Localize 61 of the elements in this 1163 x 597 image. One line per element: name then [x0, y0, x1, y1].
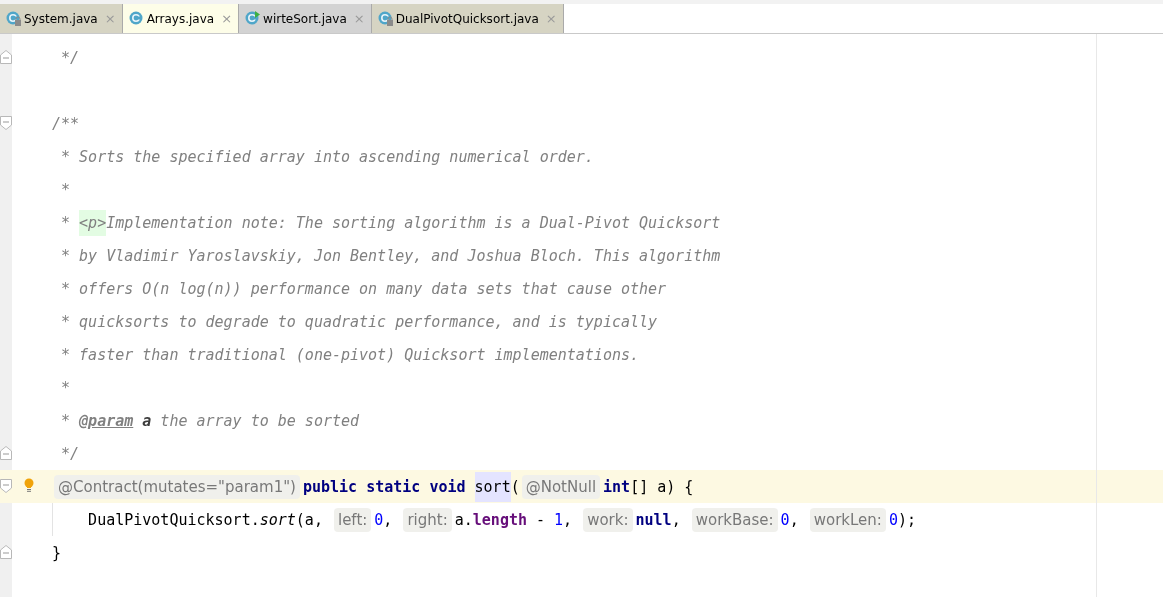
code-text: ,	[789, 510, 800, 529]
code-text: ,	[563, 510, 574, 529]
fold-icon[interactable]	[0, 116, 12, 130]
fold-icon[interactable]	[0, 479, 12, 493]
code-number: 0	[888, 510, 898, 529]
code-text: [] a) {	[630, 477, 694, 496]
param-name: a	[141, 411, 152, 430]
fold-icon[interactable]	[0, 545, 12, 559]
parameter-hint[interactable]: @Contract(mutates="param1")	[54, 474, 300, 499]
code-comment: */	[60, 444, 80, 463]
code-text: }	[52, 543, 62, 562]
parameter-hint[interactable]: right:	[403, 507, 452, 532]
parameter-hint[interactable]: left:	[333, 507, 372, 532]
close-icon[interactable]: ×	[221, 11, 233, 26]
fold-icon[interactable]	[0, 446, 12, 460]
parameter-hint[interactable]: @NotNull	[521, 474, 601, 499]
code-text: (a,	[295, 510, 324, 529]
java-class-icon	[377, 11, 393, 26]
code-comment: Implementation note: The sorting algorithm is a Dual-Pivot Quicksort	[106, 213, 721, 232]
code-comment: *	[60, 411, 72, 430]
code-comment: * faster than traditional (one-pivot) Quicksort implementations.	[60, 345, 639, 364]
code-text: -	[535, 510, 547, 529]
editor-tab[interactable]: DualPivotQuicksort.java ×	[371, 4, 564, 33]
code-comment: * offers O(n log(n)) performance on many data sets that cause other	[60, 279, 667, 298]
code-keyword: public static void	[302, 477, 467, 496]
code-number: 0	[780, 510, 790, 529]
code-text: (	[510, 477, 520, 496]
editor-tab[interactable]: Arrays.java ×	[122, 4, 240, 33]
code-comment: * by Vladimir Yaroslavskiy, Jon Bentley, and Joshua Bloch. This algorithm	[60, 246, 721, 265]
code-comment: *	[60, 180, 71, 199]
lightbulb-icon[interactable]	[24, 478, 34, 492]
code-text: ,	[383, 510, 394, 529]
code-comment: /**	[52, 114, 80, 133]
code-text: );	[897, 510, 916, 529]
doc-tag: @param	[79, 411, 134, 430]
code-number: 1	[554, 510, 564, 529]
editor-tab[interactable]: System.java ×	[0, 4, 123, 33]
java-class-icon	[245, 11, 261, 26]
code-comment: * Sorts the specified array into ascending numerical order.	[60, 147, 594, 166]
parameter-hint[interactable]: workLen:	[809, 507, 886, 532]
java-class-icon	[128, 11, 144, 26]
html-tag: <p>	[79, 209, 107, 236]
code-text: a.	[454, 510, 473, 529]
field-name: length	[472, 510, 527, 529]
code-comment: *	[60, 213, 72, 232]
code-text: DualPivotQuicksort.	[87, 510, 260, 529]
code-keyword: null	[635, 510, 672, 529]
code-comment: * quicksorts to degrade to quadratic performance, and is typically	[60, 312, 658, 331]
code-keyword: int	[603, 477, 631, 496]
method-name: sort	[259, 510, 296, 529]
java-class-icon	[6, 11, 21, 26]
code-comment: */	[60, 48, 80, 67]
parameter-hint[interactable]: work:	[583, 507, 633, 532]
code-number: 0	[374, 510, 384, 529]
fold-icon[interactable]	[0, 50, 12, 64]
code-comment: *	[60, 378, 71, 397]
editor-tab[interactable]: wirteSort.java ×	[239, 4, 372, 33]
code-comment: the array to be sorted	[159, 411, 360, 430]
parameter-hint[interactable]: workBase:	[691, 507, 778, 532]
code-text: ,	[671, 510, 682, 529]
method-name: sort	[474, 471, 511, 502]
